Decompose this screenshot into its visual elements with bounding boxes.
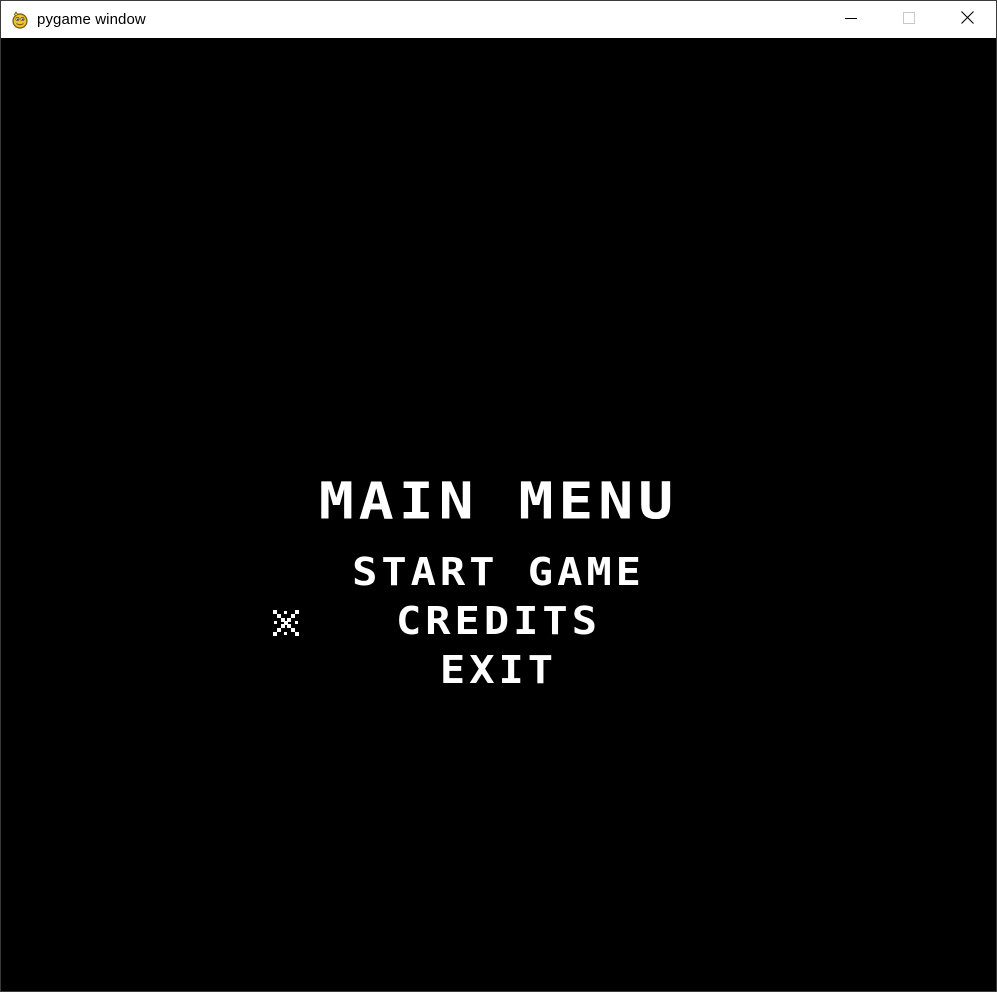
close-button[interactable] [938,1,996,38]
maximize-button[interactable] [880,1,938,38]
pygame-snake-icon [9,9,31,31]
close-icon [960,10,974,29]
menu-item-start-game[interactable]: START GAME [1,552,996,592]
window-title: pygame window [37,11,146,28]
menu-item-exit[interactable]: EXIT [1,650,996,690]
minimize-button[interactable] [822,1,880,38]
maximize-icon [903,11,915,29]
window-controls [822,1,996,38]
game-canvas[interactable]: MAIN MENU START GAME CREDITS EXIT [1,38,996,991]
minimize-icon [845,11,857,29]
menu-item-credits[interactable]: CREDITS [1,601,996,641]
pixel-x-cursor-icon [272,609,300,637]
app-window: pygame window MAIN MENU START GAME CREDI… [0,0,997,992]
title-bar[interactable]: pygame window [1,1,996,38]
menu-title: MAIN MENU [318,471,679,531]
